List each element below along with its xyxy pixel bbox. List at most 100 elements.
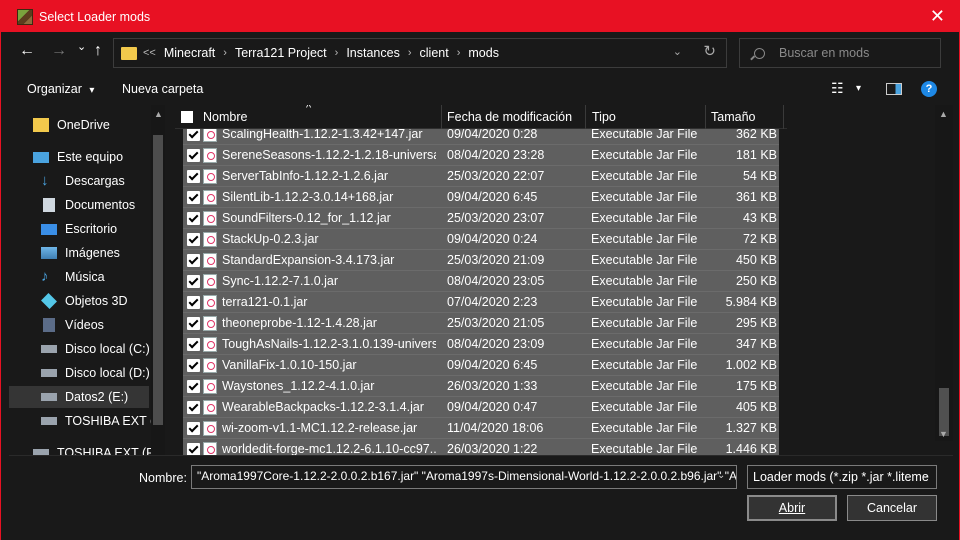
file-row[interactable]: Sync-1.12.2-7.1.0.jar 08/04/2020 23:05 Exe…: [183, 271, 779, 292]
sidebar-item-drive-e[interactable]: Datos2 (E:): [9, 386, 149, 408]
column-header-date[interactable]: Fecha de modificación: [447, 110, 572, 124]
help-icon[interactable]: ?: [921, 81, 937, 97]
sidebar-item-drive-f-root[interactable]: TOSHIBA EXT (F:): [33, 442, 165, 455]
title-bar[interactable]: Select Loader mods ✕: [1, 1, 959, 32]
sidebar-item-pictures[interactable]: Imágenes: [41, 242, 165, 264]
file-row[interactable]: SilentLib-1.12.2-3.0.14+168.jar 09/04/202…: [183, 187, 779, 208]
file-row[interactable]: Waystones_1.12.2-4.1.0.jar 26/03/2020 1:3…: [183, 376, 779, 397]
file-row[interactable]: worldedit-forge-mc1.12.2-6.1.10-cc97... 2…: [183, 439, 779, 455]
row-checkbox[interactable]: [187, 190, 200, 204]
view-options-caret-icon[interactable]: ▾: [856, 83, 861, 94]
row-checkbox[interactable]: [187, 169, 200, 183]
back-arrow-icon[interactable]: ←: [19, 42, 35, 60]
change-view-icon[interactable]: ☷: [831, 80, 844, 97]
row-checkbox[interactable]: [187, 337, 200, 351]
file-row[interactable]: theoneprobe-1.12-1.4.28.jar 25/03/2020 21…: [183, 313, 779, 334]
file-name: wi-zoom-v1.1-MC1.12.2-release.jar: [222, 421, 418, 435]
scroll-up-icon[interactable]: ▲: [154, 109, 163, 119]
breadcrumb-instances[interactable]: Instances: [346, 46, 400, 60]
column-header-name[interactable]: Nombre: [203, 110, 247, 124]
sidebar-item-3d-objects[interactable]: Objetos 3D: [41, 290, 165, 312]
refresh-icon[interactable]: ↻: [703, 42, 716, 60]
row-checkbox[interactable]: [187, 421, 200, 435]
row-checkbox[interactable]: [187, 253, 200, 267]
filename-dropdown-chevron-icon[interactable]: ⌄: [717, 470, 725, 481]
file-type-chevron-icon[interactable]: ⌄: [921, 470, 929, 481]
overflow-crumbs-icon[interactable]: <<: [143, 47, 156, 59]
file-row[interactable]: terra121-0.1.jar 07/04/2020 2:23 Executabl…: [183, 292, 779, 313]
breadcrumb-terra121-project[interactable]: Terra121 Project: [235, 46, 327, 60]
file-row[interactable]: SereneSeasons-1.12.2-1.2.18-universal...…: [183, 145, 779, 166]
column-divider[interactable]: [783, 105, 784, 129]
file-row[interactable]: ToughAsNails-1.12.2-3.1.0.139-univers...…: [183, 334, 779, 355]
breadcrumb-client[interactable]: client: [420, 46, 449, 60]
row-checkbox[interactable]: [187, 316, 200, 330]
file-size: 72 KB: [742, 232, 777, 246]
scroll-down-icon[interactable]: ▼: [939, 429, 948, 439]
search-box[interactable]: Buscar en mods: [739, 38, 941, 68]
row-checkbox[interactable]: [187, 211, 200, 225]
row-checkbox[interactable]: [187, 295, 200, 309]
file-type-select[interactable]: Loader mods (*.zip *.jar *.liteme: [747, 465, 937, 489]
close-icon[interactable]: ✕: [930, 7, 945, 25]
breadcrumb-separator-icon[interactable]: ›: [335, 47, 339, 59]
file-row[interactable]: ScalingHealth-1.12.2-1.3.42+147.jar 09/04…: [183, 129, 779, 145]
organize-label: Organizar: [27, 82, 82, 96]
file-list-scrollbar[interactable]: ▲ ▼: [935, 105, 953, 441]
sidebar-item-videos[interactable]: Vídeos: [41, 314, 165, 336]
breadcrumb-separator-icon[interactable]: ›: [223, 47, 227, 59]
sidebar-item-drive-c[interactable]: Disco local (C:): [41, 338, 165, 360]
row-checkbox[interactable]: [187, 232, 200, 246]
row-checkbox[interactable]: [187, 379, 200, 393]
file-row[interactable]: StandardExpansion-3.4.173.jar 25/03/2020 …: [183, 250, 779, 271]
file-row[interactable]: SoundFilters-0.12_for_1.12.jar 25/03/2020…: [183, 208, 779, 229]
new-folder-button[interactable]: Nueva carpeta: [122, 82, 203, 96]
file-row[interactable]: wi-zoom-v1.1-MC1.12.2-release.jar 11/04/2…: [183, 418, 779, 439]
row-checkbox[interactable]: [187, 442, 200, 455]
sidebar-item-onedrive[interactable]: OneDrive: [33, 114, 165, 136]
sidebar-scroll-thumb[interactable]: [153, 135, 163, 425]
window-title: Select Loader mods: [39, 9, 151, 24]
sidebar-item-documents[interactable]: Documentos: [41, 194, 165, 216]
column-divider[interactable]: [585, 105, 586, 129]
file-row[interactable]: StackUp-0.2.3.jar 09/04/2020 0:24 Executab…: [183, 229, 779, 250]
sidebar-item-drive-d[interactable]: Disco local (D:): [41, 362, 165, 384]
column-divider[interactable]: [705, 105, 706, 129]
row-checkbox[interactable]: [187, 358, 200, 372]
breadcrumb-mods[interactable]: mods: [468, 46, 499, 60]
forward-arrow-icon[interactable]: →: [51, 42, 67, 60]
filename-input[interactable]: "Aroma1997Core-1.12.2-2.0.0.2.b167.jar" …: [191, 465, 737, 489]
sidebar-item-this-pc[interactable]: Este equipo: [33, 146, 165, 168]
cancel-button[interactable]: Cancelar: [847, 495, 937, 521]
row-checkbox[interactable]: [187, 400, 200, 414]
address-bar[interactable]: << Minecraft › Terra121 Project › Instan…: [113, 38, 727, 68]
scroll-up-icon[interactable]: ▲: [939, 109, 948, 119]
file-type: Executable Jar File: [591, 337, 698, 351]
file-row[interactable]: ServerTabInfo-1.12.2-1.2.6.jar 25/03/2020…: [183, 166, 779, 187]
sidebar-item-downloads[interactable]: ↓ Descargas: [41, 170, 165, 192]
column-header-type[interactable]: Tipo: [592, 110, 616, 124]
address-dropdown-chevron-icon[interactable]: ⌄: [673, 45, 682, 58]
sidebar-item-music[interactable]: ♪ Música: [41, 266, 165, 288]
row-checkbox[interactable]: [187, 129, 200, 141]
file-row[interactable]: WearableBackpacks-1.12.2-3.1.4.jar 09/04/…: [183, 397, 779, 418]
breadcrumb-separator-icon[interactable]: ›: [457, 47, 461, 59]
organize-button[interactable]: Organizar ▾: [27, 82, 94, 96]
command-bar: Organizar ▾ Nueva carpeta ☷ ▾ ?: [1, 72, 959, 106]
sidebar-item-drive-f[interactable]: TOSHIBA EXT (F:: [41, 410, 165, 432]
preview-pane-icon[interactable]: [886, 83, 902, 95]
open-button[interactable]: Abrir: [747, 495, 837, 521]
file-date: 25/03/2020 23:07: [447, 211, 545, 225]
column-header-size[interactable]: Tamaño: [711, 110, 755, 124]
breadcrumb-separator-icon[interactable]: ›: [408, 47, 412, 59]
breadcrumb-minecraft[interactable]: Minecraft: [164, 46, 215, 60]
row-checkbox[interactable]: [187, 274, 200, 288]
select-all-checkbox[interactable]: [181, 111, 193, 123]
column-divider[interactable]: [441, 105, 442, 129]
up-arrow-icon[interactable]: ↑: [94, 42, 102, 60]
file-row[interactable]: VanillaFix-1.0.10-150.jar 09/04/2020 6:45…: [183, 355, 779, 376]
sidebar-scrollbar[interactable]: ▲: [151, 105, 165, 455]
recent-locations-chevron-icon[interactable]: ⌄: [77, 40, 86, 53]
row-checkbox[interactable]: [187, 148, 200, 162]
sidebar-item-desktop[interactable]: Escritorio: [41, 218, 165, 240]
